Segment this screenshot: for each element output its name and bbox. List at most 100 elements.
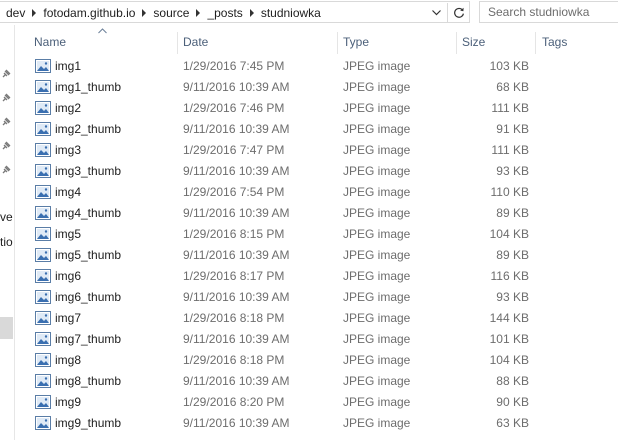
image-file-icon [35, 206, 51, 220]
file-name[interactable]: img6_thumb [55, 287, 121, 308]
image-file-icon [35, 311, 51, 325]
file-date: 9/11/2016 10:39 AM [183, 374, 290, 388]
table-row[interactable]: img5_thumb 9/11/2016 10:39 AM JPEG image… [15, 245, 618, 266]
file-name[interactable]: img1_thumb [55, 77, 121, 98]
file-date: 9/11/2016 10:39 AM [183, 206, 290, 220]
navigation-bar: dev fotodam.github.io source _posts stud… [0, 0, 618, 25]
file-size: 93 KB [496, 290, 529, 304]
column-header-name-label: Name [34, 35, 67, 49]
file-type: JPEG image [343, 206, 411, 220]
table-row[interactable]: img7_thumb 9/11/2016 10:39 AM JPEG image… [15, 329, 618, 350]
file-name[interactable]: img5_thumb [55, 245, 121, 266]
file-name[interactable]: img5 [55, 224, 81, 245]
file-date: 1/29/2016 7:45 PM [183, 59, 285, 73]
pin-icon[interactable] [1, 69, 11, 79]
column-header-name[interactable]: Name [15, 28, 178, 56]
chevron-right-icon[interactable] [191, 5, 205, 21]
file-size: 104 KB [489, 353, 529, 367]
file-date: 9/11/2016 10:39 AM [183, 248, 290, 262]
file-size: 68 KB [496, 80, 529, 94]
breadcrumb-source[interactable]: source [151, 6, 191, 20]
image-file-icon [35, 185, 51, 199]
file-type: JPEG image [343, 122, 411, 136]
chevron-right-icon[interactable] [245, 5, 259, 21]
file-size: 111 KB [491, 143, 529, 157]
file-name[interactable]: img3 [55, 140, 81, 161]
table-row[interactable]: img9_thumb 9/11/2016 10:39 AM JPEG image… [15, 413, 618, 434]
file-name[interactable]: img3_thumb [55, 161, 121, 182]
breadcrumb-studniowka[interactable]: studniowka [259, 6, 323, 20]
file-name[interactable]: img6 [55, 266, 81, 287]
image-file-icon [35, 332, 51, 346]
breadcrumb: dev fotodam.github.io source _posts stud… [4, 5, 323, 21]
address-bar[interactable]: dev fotodam.github.io source _posts stud… [0, 1, 470, 23]
table-row[interactable]: img6 1/29/2016 8:17 PM JPEG image 116 KB [15, 266, 618, 287]
file-name[interactable]: img2 [55, 98, 81, 119]
table-row[interactable]: img6_thumb 9/11/2016 10:39 AM JPEG image… [15, 287, 618, 308]
chevron-down-icon[interactable] [428, 4, 444, 22]
table-row[interactable]: img8_thumb 9/11/2016 10:39 AM JPEG image… [15, 371, 618, 392]
search-input[interactable]: Search studniowka [479, 1, 618, 23]
nav-item-label[interactable]: ve [0, 210, 13, 224]
file-name[interactable]: img8 [55, 350, 81, 371]
column-header-size[interactable]: Size [457, 28, 536, 56]
file-size: 111 KB [491, 101, 529, 115]
nav-item-label[interactable]: tio [0, 235, 13, 249]
file-size: 63 KB [496, 416, 529, 430]
column-header-tags[interactable]: Tags [536, 28, 618, 56]
pin-icon[interactable] [1, 93, 11, 103]
file-type: JPEG image [343, 80, 411, 94]
file-name[interactable]: img2_thumb [55, 119, 121, 140]
file-type: JPEG image [343, 101, 411, 115]
breadcrumb-fotodam[interactable]: fotodam.github.io [41, 6, 137, 20]
breadcrumb-dev[interactable]: dev [4, 6, 27, 20]
table-row[interactable]: img4_thumb 9/11/2016 10:39 AM JPEG image… [15, 203, 618, 224]
breadcrumb-posts[interactable]: _posts [205, 6, 244, 20]
file-date: 9/11/2016 10:39 AM [183, 122, 290, 136]
file-name[interactable]: img7_thumb [55, 329, 121, 350]
pin-icon[interactable] [1, 117, 11, 127]
file-type: JPEG image [343, 59, 411, 73]
image-file-icon [35, 80, 51, 94]
file-list: img1 1/29/2016 7:45 PM JPEG image 103 KB… [15, 56, 618, 434]
table-row[interactable]: img8 1/29/2016 8:18 PM JPEG image 104 KB [15, 350, 618, 371]
chevron-right-icon[interactable] [137, 5, 151, 21]
pin-icon[interactable] [1, 141, 11, 151]
pin-icon[interactable] [1, 165, 11, 175]
column-header-type[interactable]: Type [338, 28, 457, 56]
search-placeholder: Search studniowka [488, 5, 590, 19]
table-row[interactable]: img9 1/29/2016 8:20 PM JPEG image 90 KB [15, 392, 618, 413]
image-file-icon [35, 374, 51, 388]
image-file-icon [35, 269, 51, 283]
file-name[interactable]: img1 [55, 56, 81, 77]
file-type: JPEG image [343, 164, 411, 178]
refresh-icon[interactable] [447, 3, 469, 23]
file-date: 1/29/2016 7:46 PM [183, 101, 285, 115]
table-row[interactable]: img1 1/29/2016 7:45 PM JPEG image 103 KB [15, 56, 618, 77]
column-header-date[interactable]: Date [178, 28, 338, 56]
file-date: 1/29/2016 8:17 PM [183, 269, 285, 283]
table-row[interactable]: img5 1/29/2016 8:15 PM JPEG image 104 KB [15, 224, 618, 245]
file-name[interactable]: img7 [55, 308, 81, 329]
file-date: 1/29/2016 8:18 PM [183, 353, 285, 367]
table-row[interactable]: img3_thumb 9/11/2016 10:39 AM JPEG image… [15, 161, 618, 182]
file-type: JPEG image [343, 374, 411, 388]
image-file-icon [35, 164, 51, 178]
file-date: 1/29/2016 7:47 PM [183, 143, 285, 157]
file-name[interactable]: img8_thumb [55, 371, 121, 392]
file-name[interactable]: img4 [55, 182, 81, 203]
table-row[interactable]: img1_thumb 9/11/2016 10:39 AM JPEG image… [15, 77, 618, 98]
file-type: JPEG image [343, 227, 411, 241]
table-row[interactable]: img2 1/29/2016 7:46 PM JPEG image 111 KB [15, 98, 618, 119]
table-row[interactable]: img2_thumb 9/11/2016 10:39 AM JPEG image… [15, 119, 618, 140]
file-name[interactable]: img4_thumb [55, 203, 121, 224]
chevron-right-icon[interactable] [27, 5, 41, 21]
table-row[interactable]: img4 1/29/2016 7:54 PM JPEG image 110 KB [15, 182, 618, 203]
nav-selected-item[interactable] [0, 317, 13, 339]
table-row[interactable]: img3 1/29/2016 7:47 PM JPEG image 111 KB [15, 140, 618, 161]
file-name[interactable]: img9_thumb [55, 413, 121, 434]
column-header-row: Name Date Type Size Tags [15, 28, 618, 56]
file-size: 104 KB [489, 227, 529, 241]
table-row[interactable]: img7 1/29/2016 8:18 PM JPEG image 144 KB [15, 308, 618, 329]
file-name[interactable]: img9 [55, 392, 81, 413]
